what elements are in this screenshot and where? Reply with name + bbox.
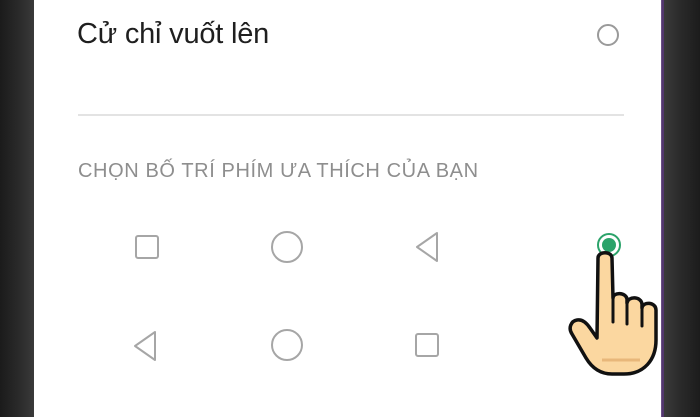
right-device-bezel — [664, 0, 700, 417]
back-triangle-icon — [414, 231, 440, 263]
left-device-bezel — [0, 0, 34, 417]
back-triangle-icon — [132, 330, 158, 362]
gesture-option-label: Cử chỉ vuốt lên — [77, 18, 270, 50]
square-icon — [415, 333, 439, 357]
gesture-option-row[interactable]: Cử chỉ vuốt lên — [34, 0, 662, 80]
layout-section-header: CHỌN BỐ TRÍ PHÍM ƯA THÍCH CỦA BẠN — [78, 160, 479, 182]
circle-icon — [271, 231, 303, 263]
pointing-hand-icon — [568, 251, 658, 376]
divider — [78, 114, 624, 116]
square-icon — [135, 235, 159, 259]
circle-icon — [271, 329, 303, 361]
gesture-option-radio[interactable] — [597, 24, 619, 46]
screenshot-frame: Cử chỉ vuốt lên CHỌN BỐ TRÍ PHÍM ƯA THÍC… — [0, 0, 700, 417]
